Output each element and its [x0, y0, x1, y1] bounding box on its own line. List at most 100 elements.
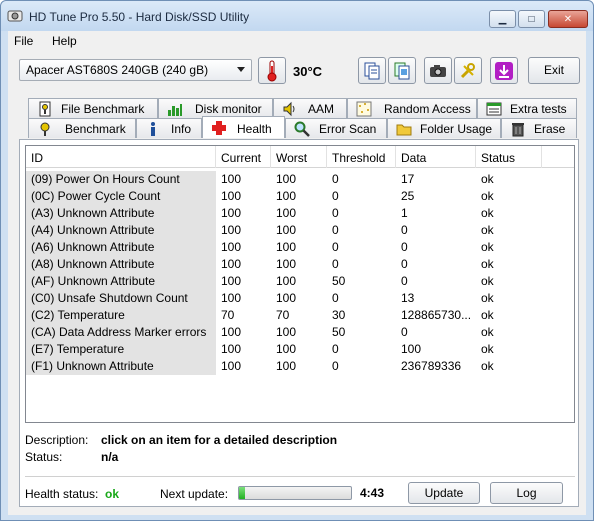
table-row[interactable]: (C2) Temperature 70 70 30 128865730... ok: [26, 307, 574, 324]
cell-data: 13: [401, 291, 415, 305]
cell-id: (A4) Unknown Attribute: [26, 222, 216, 239]
cell-worst: 100: [276, 342, 297, 356]
column-threshold[interactable]: Threshold: [327, 146, 396, 168]
health-status-label: Health status:: [25, 487, 99, 501]
screenshot-button[interactable]: [424, 57, 452, 84]
cell-threshold: 0: [332, 291, 339, 305]
tab-label: Erase: [534, 122, 566, 136]
table-row[interactable]: (A6) Unknown Attribute 100 100 0 0 ok: [26, 239, 574, 256]
cell-current: 100: [221, 359, 242, 373]
tab-health[interactable]: Health: [202, 116, 285, 138]
tab-aam[interactable]: AAM: [273, 98, 347, 118]
exit-button[interactable]: Exit: [528, 57, 580, 84]
maximize-button[interactable]: □: [518, 10, 545, 28]
column-current[interactable]: Current: [216, 146, 271, 168]
table-row[interactable]: (A8) Unknown Attribute 100 100 0 0 ok: [26, 256, 574, 273]
options-button[interactable]: [454, 57, 482, 84]
next-update-progress: [238, 486, 352, 500]
smart-attributes-list[interactable]: ID Current Worst Threshold Data Status (…: [25, 145, 575, 423]
table-row[interactable]: (09) Power On Hours Count 100 100 0 17 ok: [26, 171, 574, 188]
minimize-button[interactable]: ▁: [489, 10, 516, 28]
tab-label: Disk monitor: [195, 102, 262, 116]
tab-folder-usage[interactable]: Folder Usage: [387, 118, 501, 138]
folder-icon: [396, 124, 412, 136]
magnifier-icon: [294, 121, 310, 137]
log-button[interactable]: Log: [490, 482, 563, 504]
table-row[interactable]: (F1) Unknown Attribute 100 100 0 236789336 ok: [26, 358, 574, 375]
column-data[interactable]: Data: [396, 146, 476, 168]
cell-data: 25: [401, 189, 415, 203]
cell-current: 100: [221, 172, 242, 186]
chevron-down-icon: [237, 67, 245, 72]
save-button[interactable]: [490, 57, 518, 84]
window-title: HD Tune Pro 5.50 - Hard Disk/SSD Utility: [29, 10, 250, 24]
cell-status: ok: [481, 257, 494, 271]
tab-random-access[interactable]: Random Access: [347, 98, 477, 118]
table-row[interactable]: (CA) Data Address Marker errors 100 100 50 0…: [26, 324, 574, 341]
camera-icon: [430, 64, 446, 77]
app-window: HD Tune Pro 5.50 - Hard Disk/SSD Utility…: [0, 0, 594, 521]
copy-screenshot-button[interactable]: [388, 57, 416, 84]
table-row[interactable]: (A3) Unknown Attribute 100 100 0 1 ok: [26, 205, 574, 222]
cell-data: 17: [401, 172, 415, 186]
status-label: Status:: [25, 450, 63, 464]
tab-erase[interactable]: Erase: [501, 118, 577, 138]
cell-data: 236789336: [401, 359, 462, 373]
cell-current: 100: [221, 342, 242, 356]
clipboard-icon: [394, 62, 410, 79]
cell-current: 100: [221, 240, 242, 254]
cell-status: ok: [481, 342, 494, 356]
status-value: n/a: [101, 450, 119, 464]
cell-data: 128865730...: [401, 308, 472, 322]
close-button[interactable]: ✕: [548, 10, 588, 28]
cell-threshold: 0: [332, 223, 339, 237]
cell-threshold: 0: [332, 206, 339, 220]
health-panel: ID Current Worst Threshold Data Status (…: [19, 139, 579, 507]
cell-worst: 100: [276, 189, 297, 203]
cell-data: 0: [401, 240, 408, 254]
cell-current: 100: [221, 291, 242, 305]
drive-select-value: Apacer AST680S 240GB (240 gB): [26, 63, 209, 77]
menu-help[interactable]: Help: [52, 34, 77, 48]
cell-current: 100: [221, 257, 242, 271]
cell-worst: 100: [276, 359, 297, 373]
table-row[interactable]: (E7) Temperature 100 100 0 100 ok: [26, 341, 574, 358]
tab-label: Extra tests: [510, 102, 567, 116]
tab-extra-tests[interactable]: Extra tests: [477, 98, 577, 118]
update-button[interactable]: Update: [408, 482, 480, 504]
column-worst[interactable]: Worst: [271, 146, 327, 168]
cell-status: ok: [481, 359, 494, 373]
health-status-value: ok: [105, 487, 120, 501]
column-status[interactable]: Status: [476, 146, 542, 168]
cell-data: 1: [401, 206, 408, 220]
cell-threshold: 50: [332, 274, 346, 288]
tab-file-benchmark[interactable]: File Benchmark: [28, 98, 158, 118]
table-row[interactable]: (C0) Unsafe Shutdown Count 100 100 0 13 ok: [26, 290, 574, 307]
cell-status: ok: [481, 308, 494, 322]
column-id[interactable]: ID: [26, 146, 216, 168]
tab-error-scan[interactable]: Error Scan: [285, 118, 387, 138]
cell-threshold: 0: [332, 359, 339, 373]
tab-disk-monitor[interactable]: Disk monitor: [158, 98, 273, 118]
cell-worst: 100: [276, 206, 297, 220]
cell-worst: 100: [276, 291, 297, 305]
table-row[interactable]: (0C) Power Cycle Count 100 100 0 25 ok: [26, 188, 574, 205]
temperature-button[interactable]: [258, 57, 286, 84]
cell-threshold: 50: [332, 325, 346, 339]
table-row[interactable]: (AF) Unknown Attribute 100 100 50 0 ok: [26, 273, 574, 290]
table-row[interactable]: (A4) Unknown Attribute 100 100 0 0 ok: [26, 222, 574, 239]
cell-threshold: 0: [332, 257, 339, 271]
menu-file[interactable]: File: [14, 34, 33, 48]
tab-info[interactable]: Info: [136, 118, 202, 138]
cell-threshold: 30: [332, 308, 346, 322]
cell-worst: 100: [276, 223, 297, 237]
cell-current: 100: [221, 189, 242, 203]
file-benchmark-icon: [39, 101, 51, 117]
random-access-icon: [356, 101, 372, 117]
title-bar[interactable]: HD Tune Pro 5.50 - Hard Disk/SSD Utility…: [1, 1, 593, 31]
tab-benchmark[interactable]: Benchmark: [28, 118, 136, 138]
drive-select[interactable]: Apacer AST680S 240GB (240 gB): [19, 59, 252, 81]
tab-label: Info: [171, 122, 192, 136]
copy-text-button[interactable]: [358, 57, 386, 84]
extra-tests-icon: [486, 102, 502, 116]
